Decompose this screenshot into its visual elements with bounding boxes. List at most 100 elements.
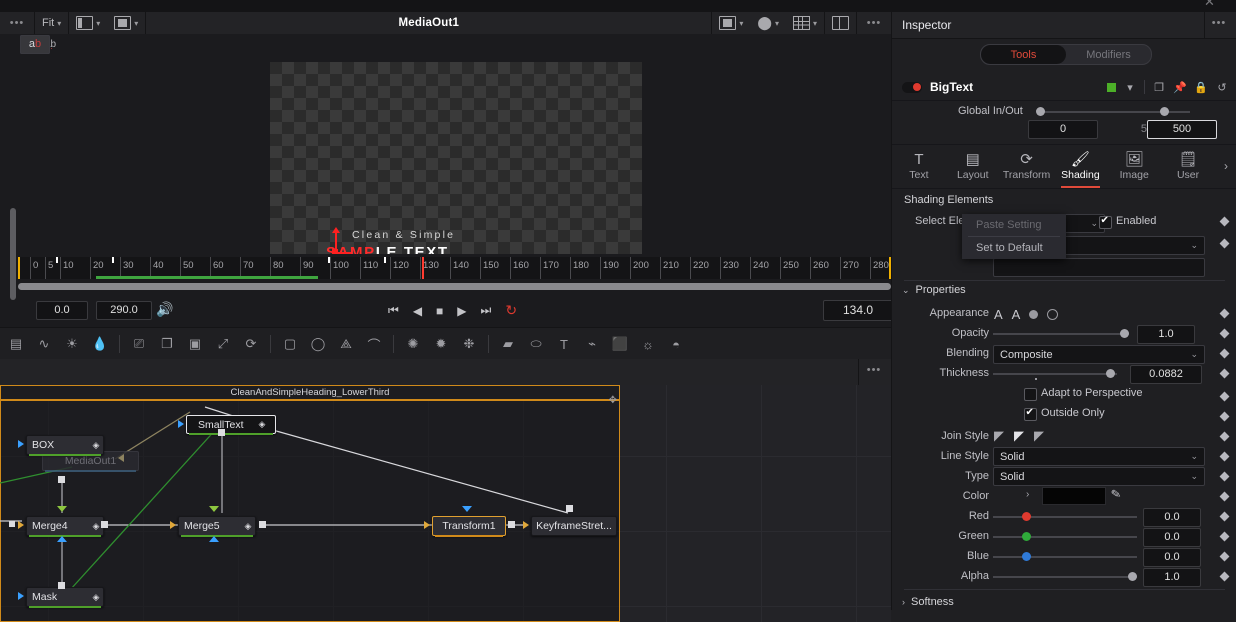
node-graph-options-icon[interactable]: ••• bbox=[861, 364, 887, 376]
bspline-mask-icon[interactable]: ⌒ bbox=[360, 333, 388, 355]
type-dropdown[interactable]: Solid ⌄ bbox=[993, 467, 1205, 486]
ellipse-mask-icon[interactable]: ◯ bbox=[304, 333, 332, 355]
keyframe-diamond-icon[interactable] bbox=[1219, 451, 1230, 462]
3d-camera-icon[interactable]: ⬛ bbox=[606, 333, 634, 355]
keyframe-diamond-icon[interactable] bbox=[1219, 571, 1230, 582]
pin-icon[interactable]: 📌 bbox=[1173, 81, 1187, 94]
keyframe-marker[interactable] bbox=[328, 257, 330, 263]
node-smalltext[interactable]: SmallText ◈ bbox=[186, 415, 276, 435]
node-graph[interactable]: CleanAndSimpleHeading_LowerThird ✥ Media… bbox=[0, 385, 891, 622]
solid-glyph-icon[interactable]: A bbox=[994, 307, 1003, 322]
alpha-slider[interactable] bbox=[993, 576, 1137, 578]
thickness-slider[interactable] bbox=[993, 373, 1117, 375]
tab-tools[interactable]: Tools bbox=[981, 45, 1066, 64]
particle-tools-icon[interactable]: ❉ bbox=[455, 333, 483, 355]
list-icon[interactable]: ▤ bbox=[2, 333, 30, 355]
tab-user[interactable]: 🗒 User bbox=[1161, 144, 1215, 188]
node-input-port[interactable] bbox=[178, 420, 184, 428]
reset-icon[interactable]: ↺ bbox=[1215, 81, 1229, 94]
timeline-horizontal-scrollbar[interactable] bbox=[18, 283, 891, 290]
tab-text[interactable]: T Text bbox=[892, 144, 946, 188]
node-keyframestretcher[interactable]: KeyframeStret... bbox=[531, 516, 617, 536]
opacity-value[interactable]: 1.0 bbox=[1137, 325, 1195, 344]
color-drop-icon[interactable]: 💧 bbox=[86, 333, 114, 355]
out-point-field[interactable]: 290.0 bbox=[96, 301, 152, 320]
matte-icon[interactable]: ▣ bbox=[181, 333, 209, 355]
global-in-field[interactable]: 0 bbox=[1028, 120, 1098, 139]
filled-circle-icon[interactable] bbox=[1029, 310, 1039, 319]
keyframe-diamond-icon[interactable] bbox=[1219, 491, 1230, 502]
particle-emitter-icon[interactable]: ✺ bbox=[399, 333, 427, 355]
red-knob[interactable] bbox=[1022, 512, 1031, 521]
particle-render-icon[interactable]: ✹ bbox=[427, 333, 455, 355]
viewer-color-button[interactable]: ⬤ ▾ bbox=[750, 12, 786, 34]
first-frame-icon[interactable]: ⏮ bbox=[388, 303, 399, 318]
last-frame-icon[interactable]: ⏭ bbox=[481, 303, 492, 318]
transform-axis-widget[interactable] bbox=[328, 227, 352, 254]
keyframe-diamond-icon[interactable] bbox=[1219, 391, 1230, 402]
opacity-knob[interactable] bbox=[1120, 329, 1129, 338]
outline-glyph-icon[interactable]: A bbox=[1012, 307, 1021, 322]
node-output-port[interactable] bbox=[101, 521, 108, 528]
keyframe-diamond-icon[interactable] bbox=[1219, 368, 1230, 379]
node-output-port[interactable] bbox=[58, 582, 65, 589]
green-slider[interactable] bbox=[993, 536, 1137, 538]
softness-section-toggle[interactable]: › Softness bbox=[902, 596, 954, 608]
node-state-icon[interactable]: ◈ bbox=[255, 419, 269, 430]
red-slider[interactable] bbox=[993, 516, 1137, 518]
copy-icon[interactable]: ❐ bbox=[1152, 81, 1166, 94]
tab-layout[interactable]: ▤ Layout bbox=[946, 144, 1000, 188]
color-swatch[interactable] bbox=[1042, 487, 1106, 505]
resize-icon[interactable]: ⤢ bbox=[209, 333, 237, 355]
node-merge4[interactable]: Merge4 ◈ bbox=[26, 516, 104, 537]
node-bg-input-arrow[interactable] bbox=[57, 506, 67, 512]
red-value[interactable]: 0.0 bbox=[1143, 508, 1201, 527]
keyframe-diamond-icon[interactable] bbox=[1219, 216, 1230, 227]
move-handle-icon[interactable]: ✥ bbox=[609, 395, 617, 406]
join-bevel-icon[interactable]: ◤ bbox=[1034, 428, 1044, 444]
close-icon[interactable]: ✕ bbox=[1204, 0, 1215, 10]
outline-circle-icon[interactable] bbox=[1047, 309, 1059, 320]
axis-origin-handle[interactable] bbox=[332, 249, 338, 254]
tab-transform[interactable]: ⟳ Transform bbox=[1000, 144, 1054, 188]
node-output-port[interactable] bbox=[58, 476, 65, 483]
element-name-field[interactable] bbox=[993, 258, 1205, 277]
node-fg-input-arrow[interactable] bbox=[57, 536, 67, 542]
enabled-checkbox[interactable] bbox=[1099, 215, 1112, 229]
adapt-perspective-checkbox[interactable] bbox=[1024, 388, 1037, 401]
node-state-icon[interactable]: ◈ bbox=[89, 592, 103, 603]
node-transform1[interactable]: Transform1 bbox=[432, 516, 506, 537]
viewer-lut-button[interactable]: ▾ bbox=[712, 12, 750, 34]
global-out-field[interactable]: 500 bbox=[1147, 120, 1217, 139]
keyframe-diamond-icon[interactable] bbox=[1219, 308, 1230, 319]
node-input-port[interactable] bbox=[523, 521, 529, 529]
viewer-fit-button[interactable]: Fit ▾ bbox=[35, 12, 68, 34]
speaker-icon[interactable]: 🔊 bbox=[156, 301, 173, 318]
stop-icon[interactable]: ■ bbox=[436, 304, 443, 318]
3d-render-icon[interactable]: ◓ bbox=[662, 333, 690, 355]
keyframe-marker[interactable] bbox=[56, 257, 58, 263]
playhead[interactable] bbox=[422, 257, 424, 279]
keyframe-diamond-icon[interactable] bbox=[1219, 328, 1230, 339]
keyframe-diamond-icon[interactable] bbox=[1219, 348, 1230, 359]
node-input-port[interactable] bbox=[424, 521, 430, 529]
menu-item-set-to-default[interactable]: Set to Default bbox=[962, 237, 1066, 259]
keyframe-diamond-icon[interactable] bbox=[1219, 411, 1230, 422]
node-mask-input-arrow[interactable] bbox=[462, 506, 472, 512]
transform-icon[interactable]: ⟳ bbox=[237, 333, 265, 355]
3d-text-icon[interactable]: T bbox=[550, 333, 578, 355]
viewer-more-icon[interactable]: ••• bbox=[857, 17, 891, 29]
node-input-port[interactable] bbox=[18, 592, 24, 600]
tabs-more-icon[interactable]: › bbox=[1215, 144, 1236, 188]
node-state-icon[interactable]: ◈ bbox=[241, 521, 255, 532]
viewer-options-icon[interactable]: ••• bbox=[0, 17, 34, 29]
keyframe-marker[interactable] bbox=[384, 257, 386, 263]
green-value[interactable]: 0.0 bbox=[1143, 528, 1201, 547]
node-merge5[interactable]: Merge5 ◈ bbox=[178, 516, 256, 537]
node-bg-input-arrow[interactable] bbox=[209, 506, 219, 512]
node-box[interactable]: BOX ◈ bbox=[26, 435, 104, 456]
node-mask[interactable]: Mask ◈ bbox=[26, 587, 104, 608]
blending-dropdown[interactable]: Composite ⌄ bbox=[993, 345, 1205, 364]
global-in-knob[interactable] bbox=[1036, 107, 1045, 116]
blue-knob[interactable] bbox=[1022, 552, 1031, 561]
